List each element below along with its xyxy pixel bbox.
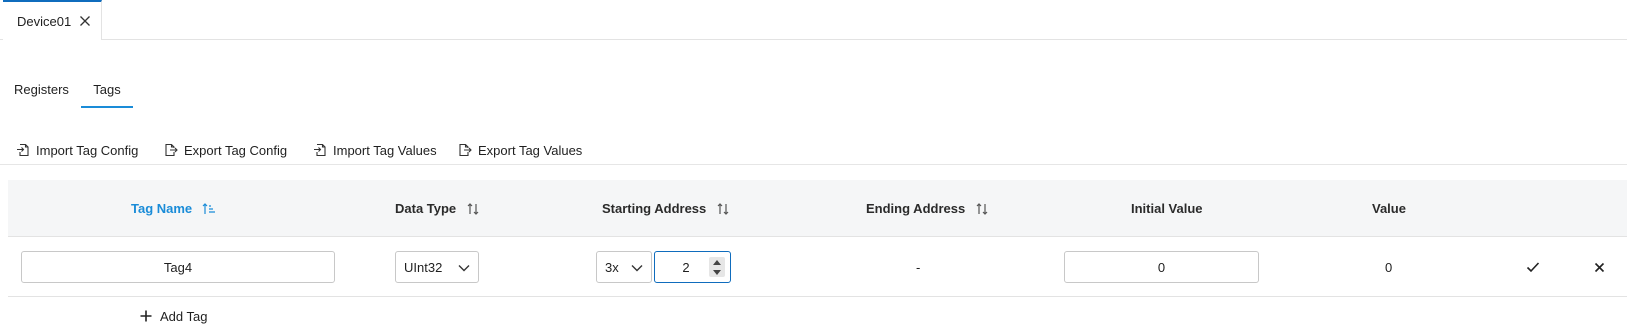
import-tag-values-label: Import Tag Values — [333, 142, 437, 158]
column-header-label: Starting Address — [602, 201, 707, 216]
column-header-starting-address[interactable]: Starting Address — [602, 180, 730, 237]
data-type-value: UInt32 — [404, 259, 443, 275]
import-tag-config-label: Import Tag Config — [36, 142, 139, 158]
column-header-data-type[interactable]: Data Type — [395, 180, 480, 237]
column-header-label: Data Type — [395, 201, 457, 216]
export-tag-config-button[interactable]: Export Tag Config — [164, 140, 287, 160]
import-tag-values-button[interactable]: Import Tag Values — [313, 140, 437, 160]
column-header-label: Ending Address — [866, 201, 966, 216]
address-space-select[interactable]: 3x — [596, 251, 652, 283]
plus-icon — [140, 310, 152, 322]
data-type-select[interactable]: UInt32 — [395, 251, 479, 283]
column-header-initial-value: Initial Value — [1131, 180, 1203, 237]
import-tag-config-button[interactable]: Import Tag Config — [16, 140, 138, 160]
import-icon — [17, 143, 29, 157]
starting-address-value[interactable]: 2 — [655, 260, 709, 275]
tab-tags[interactable]: Tags — [81, 72, 133, 108]
document-tab-label: Device01 — [17, 13, 72, 29]
add-tag-button[interactable]: Add Tag — [140, 305, 207, 327]
close-icon[interactable] — [77, 13, 93, 29]
sort-icon[interactable] — [716, 202, 730, 216]
export-tag-values-button[interactable]: Export Tag Values — [458, 140, 582, 160]
sort-ascending-icon[interactable] — [202, 202, 218, 216]
starting-address-spinbox[interactable]: 2 — [654, 251, 731, 283]
chevron-down-icon — [631, 260, 643, 275]
export-tag-values-label: Export Tag Values — [478, 142, 583, 158]
export-icon — [459, 143, 472, 157]
export-tag-config-label: Export Tag Config — [184, 142, 288, 158]
column-header-label: Initial Value — [1131, 201, 1203, 216]
sort-icon[interactable] — [975, 202, 989, 216]
spin-down-icon[interactable] — [709, 267, 725, 277]
close-icon[interactable] — [1590, 258, 1608, 276]
spin-up-icon[interactable] — [709, 257, 725, 267]
table-row: UInt32 3x 2 - 0 — [8, 237, 1627, 297]
address-space-value: 3x — [605, 259, 619, 275]
value-cell: 0 — [1385, 259, 1393, 275]
add-tag-label: Add Tag — [160, 308, 208, 324]
checkmark-icon[interactable] — [1524, 258, 1542, 276]
ending-address-value: - — [916, 259, 921, 275]
tab-registers[interactable]: Registers — [14, 72, 69, 106]
initial-value-input[interactable] — [1064, 251, 1259, 283]
import-icon — [314, 143, 326, 157]
column-header-tag-name[interactable]: Tag Name — [131, 180, 218, 237]
grid-header: Tag Name Data Type Starting Address Endi… — [8, 180, 1627, 237]
document-tab-bar: Device01 — [0, 0, 1627, 40]
document-tab[interactable]: Device01 — [3, 0, 102, 40]
spin-buttons — [709, 257, 725, 277]
tag-toolbar: Import Tag Config Export Tag Config Impo… — [0, 138, 1627, 165]
column-header-label: Value — [1372, 201, 1406, 216]
tag-name-input[interactable] — [21, 251, 335, 283]
sort-icon[interactable] — [466, 202, 480, 216]
chevron-down-icon — [458, 260, 470, 275]
column-header-label: Tag Name — [131, 201, 193, 216]
export-icon — [165, 143, 178, 157]
column-header-value: Value — [1372, 180, 1406, 237]
column-header-ending-address[interactable]: Ending Address — [866, 180, 989, 237]
